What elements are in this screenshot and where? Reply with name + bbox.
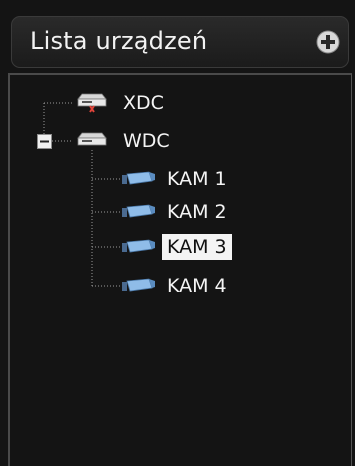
recorder-icon bbox=[77, 132, 107, 146]
tree-node-kam-3[interactable]: KAM 3 bbox=[122, 231, 232, 263]
device-list-panel: Lista urządzeń XDC WDC KAM 1 KAM 2 KAM 3… bbox=[0, 0, 355, 466]
tree-node-label: KAM 1 bbox=[167, 168, 227, 190]
minus-box-icon[interactable] bbox=[37, 134, 52, 149]
tree-node-kam-2[interactable]: KAM 2 bbox=[122, 196, 232, 228]
tree-node-label: XDC bbox=[123, 92, 164, 114]
tree-node-xdc[interactable]: XDC bbox=[76, 87, 169, 119]
tree-node-label-selected: KAM 3 bbox=[162, 234, 232, 260]
panel-header: Lista urządzeń bbox=[11, 16, 349, 68]
camera-icon bbox=[122, 278, 155, 292]
tree-node-wdc[interactable]: WDC bbox=[76, 125, 175, 157]
camera-icon bbox=[122, 239, 155, 253]
plus-circle-icon[interactable] bbox=[316, 30, 340, 54]
tree-node-kam-1[interactable]: KAM 1 bbox=[122, 163, 232, 195]
camera-icon bbox=[122, 204, 155, 218]
camera-icon bbox=[122, 171, 155, 185]
recorder-disconnected-icon bbox=[77, 93, 107, 113]
tree-node-label: KAM 4 bbox=[167, 275, 227, 297]
tree-node-label: WDC bbox=[123, 130, 170, 152]
tree-node-kam-4[interactable]: KAM 4 bbox=[122, 270, 232, 302]
panel-title: Lista urządzeń bbox=[30, 27, 208, 55]
tree-node-label: KAM 2 bbox=[167, 201, 227, 223]
